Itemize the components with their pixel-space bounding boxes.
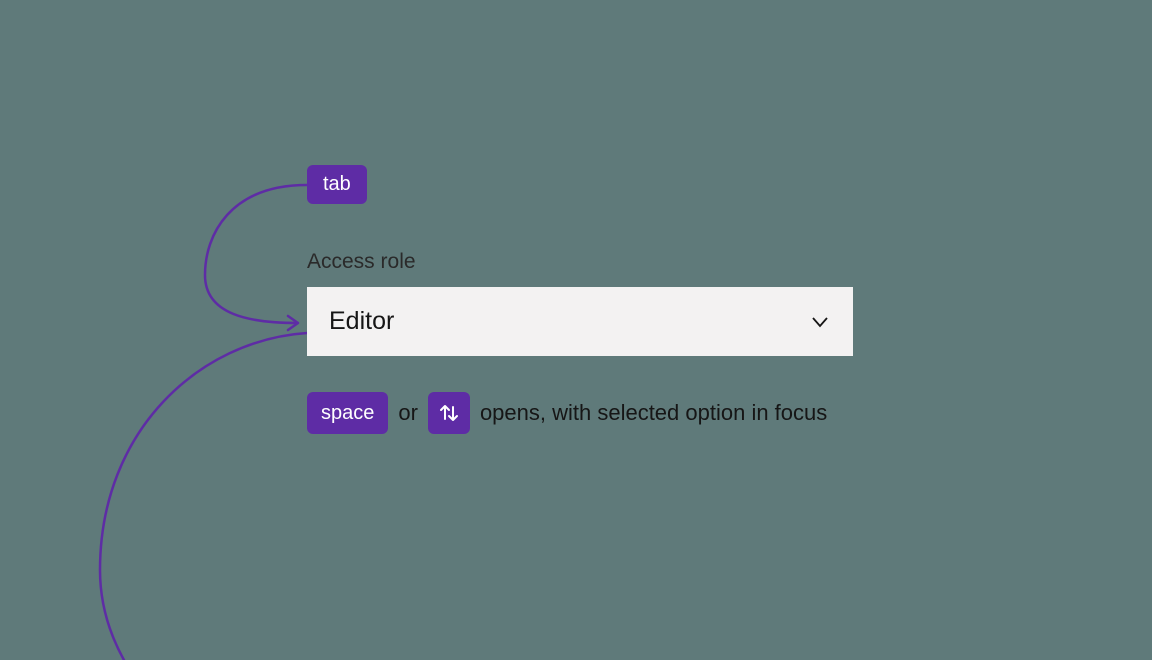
arrow-keys-badge bbox=[428, 392, 470, 434]
tab-key-badge: tab bbox=[307, 165, 367, 204]
space-key-badge: space bbox=[307, 392, 388, 434]
chevron-down-icon bbox=[809, 311, 831, 333]
hint-text: opens, with selected option in focus bbox=[480, 400, 827, 426]
lower-arrow-curve bbox=[70, 320, 330, 660]
or-text: or bbox=[398, 400, 418, 426]
dropdown-selected-value: Editor bbox=[329, 307, 394, 336]
space-key-label: space bbox=[321, 402, 374, 425]
up-down-arrows-icon bbox=[438, 401, 460, 425]
access-role-dropdown[interactable]: Editor bbox=[307, 287, 853, 356]
tab-key-label: tab bbox=[323, 173, 351, 195]
keyboard-hint-row: space or opens, with selected option in … bbox=[307, 392, 827, 434]
field-label: Access role bbox=[307, 250, 416, 274]
